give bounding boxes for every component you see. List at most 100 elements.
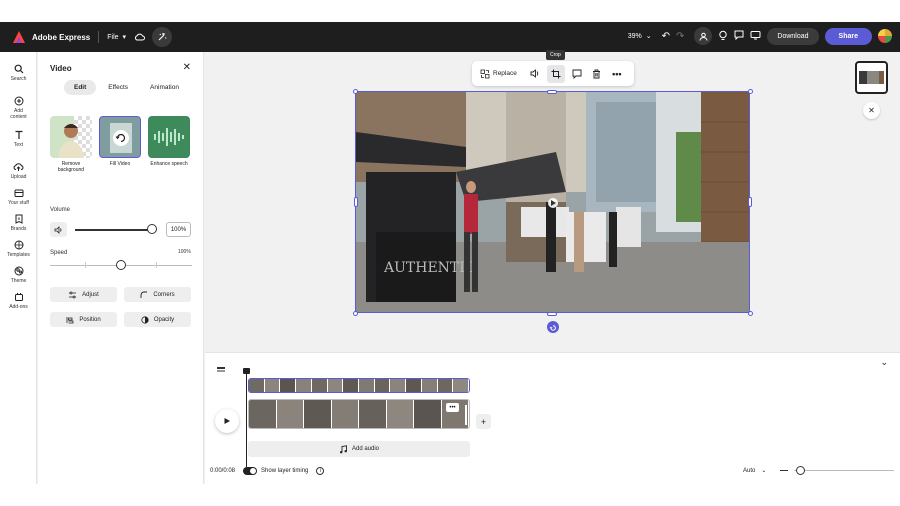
present-icon[interactable] bbox=[750, 30, 761, 42]
play-button[interactable] bbox=[215, 409, 239, 433]
volume-slider-thumb[interactable] bbox=[147, 224, 157, 234]
speaker-icon[interactable] bbox=[50, 222, 67, 237]
replace-button[interactable]: Replace bbox=[480, 65, 517, 83]
adjust-button[interactable]: Adjust bbox=[50, 287, 117, 302]
opacity-button[interactable]: Opacity bbox=[124, 312, 191, 327]
templates-icon bbox=[14, 240, 23, 250]
position-label: Position bbox=[79, 316, 101, 323]
volume-value[interactable]: 100% bbox=[166, 222, 191, 237]
zoom-value: 39% bbox=[627, 32, 642, 40]
text-icon bbox=[15, 130, 22, 139]
share-button[interactable]: Share bbox=[824, 27, 872, 45]
video-element[interactable]: AUTHENTIC bbox=[355, 91, 750, 313]
resize-handle-tr[interactable] bbox=[748, 89, 753, 94]
playhead[interactable] bbox=[246, 371, 247, 467]
panel-tabs: Edit Effects Animation bbox=[64, 80, 189, 95]
cloud-icon[interactable] bbox=[130, 28, 148, 46]
remove-background-card[interactable]: Remove background bbox=[50, 116, 92, 173]
chevron-down-icon[interactable]: ⌄ bbox=[880, 357, 888, 368]
position-button[interactable]: Position bbox=[50, 312, 117, 327]
addons-icon bbox=[14, 293, 23, 301]
volume-slider-track[interactable] bbox=[75, 229, 152, 231]
rail-item-upload[interactable]: Upload bbox=[0, 162, 37, 180]
plus-circle-icon bbox=[14, 96, 23, 106]
rail-item-label: Add-ons bbox=[9, 304, 28, 310]
close-icon[interactable]: ✕ bbox=[863, 102, 880, 119]
invite-icon[interactable] bbox=[694, 27, 713, 45]
rotate-handle-icon[interactable] bbox=[547, 321, 559, 333]
rail-item-label: Upload bbox=[10, 174, 27, 180]
show-layer-timing-label: Show layer timing bbox=[261, 468, 309, 474]
add-audio-button[interactable]: Add audio bbox=[248, 441, 470, 457]
resize-handle-tl[interactable] bbox=[353, 89, 358, 94]
more-icon[interactable]: ••• bbox=[609, 65, 625, 83]
resize-handle-bottom[interactable] bbox=[547, 312, 557, 316]
rail-item-templates[interactable]: Templates bbox=[0, 240, 37, 258]
lightbulb-icon[interactable] bbox=[718, 30, 728, 43]
resize-handle-left[interactable] bbox=[354, 197, 358, 207]
rail-item-text[interactable]: Text bbox=[0, 130, 37, 148]
timeline-toggle-icon[interactable] bbox=[217, 360, 225, 372]
music-note-icon bbox=[339, 444, 347, 453]
timeline-zoom-thumb[interactable] bbox=[796, 466, 806, 475]
info-icon[interactable]: i bbox=[316, 467, 325, 475]
rail-item-theme[interactable]: Theme bbox=[0, 266, 37, 284]
timeline: ⌄ ••• + Add audio 0:00/0:08 Show layer t… bbox=[205, 352, 900, 484]
download-button[interactable]: Download bbox=[767, 27, 819, 45]
volume-label: Volume bbox=[50, 207, 71, 213]
show-layer-timing-toggle[interactable] bbox=[243, 467, 258, 475]
rail-item-add-content[interactable]: Add content bbox=[0, 96, 37, 120]
magic-icon[interactable] bbox=[152, 27, 173, 47]
enhance-speech-card[interactable]: Enhance speech bbox=[148, 116, 190, 173]
trash-icon[interactable] bbox=[589, 65, 605, 83]
adobe-express-logo-icon[interactable] bbox=[12, 30, 26, 44]
speed-slider-thumb[interactable] bbox=[116, 260, 126, 270]
resize-handle-top[interactable] bbox=[547, 90, 557, 94]
comment-icon[interactable] bbox=[734, 30, 744, 42]
speed-tick bbox=[156, 262, 157, 268]
chevron-down-icon: ▾ bbox=[122, 34, 127, 41]
playhead-handle[interactable] bbox=[243, 368, 250, 374]
tab-effects[interactable]: Effects bbox=[98, 80, 138, 95]
opacity-label: Opacity bbox=[153, 316, 175, 323]
video-clip-track[interactable]: ••• bbox=[248, 399, 470, 429]
resize-handle-br[interactable] bbox=[748, 311, 753, 316]
minus-icon[interactable] bbox=[780, 470, 789, 471]
speed-value: 100% bbox=[178, 249, 191, 255]
crop-icon[interactable] bbox=[546, 64, 565, 83]
fill-video-card[interactable]: Fill Video bbox=[99, 116, 141, 173]
tab-animation[interactable]: Animation bbox=[140, 80, 189, 95]
rail-item-label: Theme bbox=[10, 278, 27, 284]
rail-item-search[interactable]: Search bbox=[0, 64, 37, 82]
crop-tooltip: Crop bbox=[546, 50, 565, 60]
video-track-overview[interactable] bbox=[248, 378, 470, 393]
chevron-down-icon[interactable]: ⌄ bbox=[761, 467, 766, 474]
rail-item-brands[interactable]: B Brands bbox=[0, 214, 37, 232]
clip-more-icon[interactable]: ••• bbox=[446, 403, 459, 412]
audio-icon[interactable] bbox=[527, 65, 543, 83]
rail-item-add-ons[interactable]: Add-ons bbox=[0, 292, 37, 310]
auto-zoom-select[interactable]: Auto bbox=[743, 468, 755, 474]
street-market-video-frame: AUTHENTIC bbox=[356, 92, 749, 312]
corners-button[interactable]: Corners bbox=[124, 287, 191, 302]
page-thumbnail[interactable] bbox=[855, 61, 888, 94]
resize-handle-right[interactable] bbox=[748, 197, 752, 207]
undo-icon[interactable]: ↶ bbox=[662, 31, 670, 42]
tab-edit[interactable]: Edit bbox=[64, 80, 97, 95]
sliders-icon bbox=[69, 291, 77, 298]
close-icon[interactable]: ✕ bbox=[183, 62, 191, 73]
add-scene-button[interactable]: + bbox=[476, 414, 491, 429]
clip-trim-handle-right[interactable] bbox=[465, 405, 467, 425]
fill-video-thumbnail bbox=[99, 116, 141, 158]
comment-icon[interactable] bbox=[569, 65, 585, 83]
panel-title: Video bbox=[50, 64, 72, 73]
rail-item-your-stuff[interactable]: Your stuff bbox=[0, 188, 37, 206]
zoom-control[interactable]: 39% ⌄ bbox=[627, 32, 652, 41]
file-menu[interactable]: File ▾ bbox=[107, 33, 127, 42]
redo-icon[interactable]: ↷ bbox=[676, 31, 684, 42]
rail-item-label: Add content bbox=[10, 108, 27, 120]
avatar[interactable] bbox=[878, 29, 892, 43]
resize-handle-bl[interactable] bbox=[353, 311, 358, 316]
timeline-zoom-slider[interactable] bbox=[794, 466, 895, 475]
rail-item-label: Brands bbox=[10, 226, 27, 232]
